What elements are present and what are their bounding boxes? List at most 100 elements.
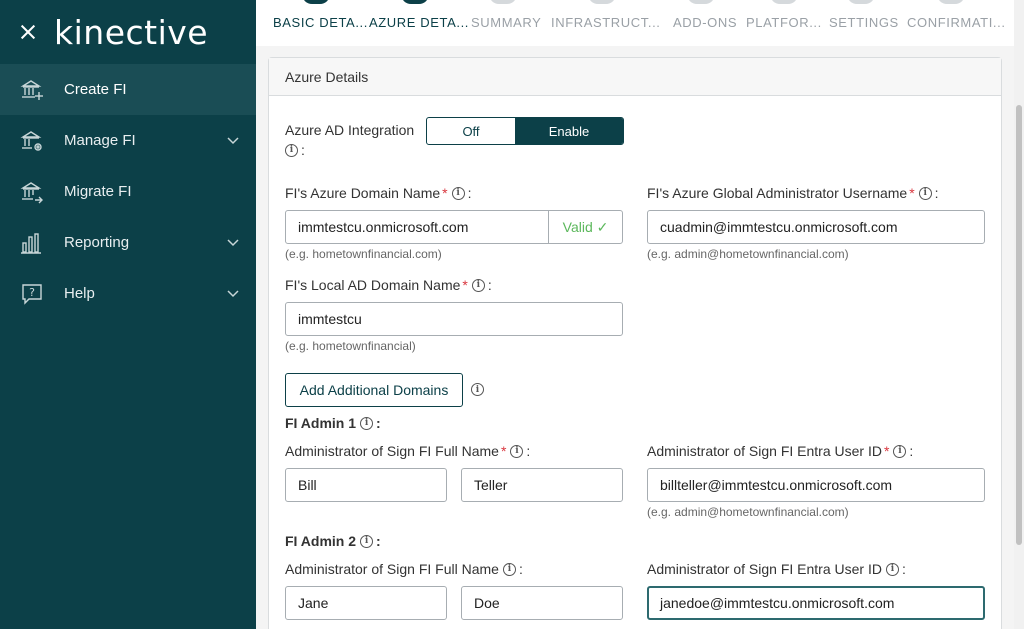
admin-2-first-name-field[interactable]: Jane	[285, 586, 447, 620]
sidebar-item-label: Migrate FI	[64, 183, 132, 200]
local-ad-value: immtestcu	[298, 311, 362, 327]
required-marker: *	[462, 277, 468, 293]
required-marker: *	[909, 185, 915, 201]
info-icon[interactable]: i	[285, 143, 298, 157]
admin-1-first-name-field[interactable]: Bill	[285, 468, 447, 502]
sidebar-item-label: Create FI	[64, 81, 127, 98]
toggle-enable-option[interactable]: Enable	[515, 118, 623, 144]
step-infrastructure[interactable]: INFRASTRUCT...	[551, 15, 661, 30]
step-indicator	[770, 0, 798, 4]
step-indicator-done	[302, 0, 330, 4]
admin-2-last-name-value: Doe	[474, 595, 500, 611]
step-platform[interactable]: PLATFOR...	[746, 15, 822, 30]
admin-2-last-name-field[interactable]: Doe	[461, 586, 623, 620]
fi-admin-2-heading-row: FI Admin 2 i :	[285, 533, 381, 549]
step-indicator	[847, 0, 875, 4]
chevron-down-icon	[226, 134, 240, 148]
azure-ad-toggle[interactable]: Off Enable	[426, 117, 624, 145]
step-indicator	[937, 0, 965, 4]
azure-domain-label-row: FI's Azure Domain Name * i :	[285, 185, 472, 201]
sidebar-item-label: Help	[64, 285, 95, 302]
local-ad-field[interactable]: immtestcu	[285, 302, 623, 336]
bank-arrow-icon	[20, 180, 44, 204]
local-ad-label: FI's Local AD Domain Name	[285, 277, 461, 293]
admin-1-first-name-value: Bill	[298, 477, 317, 493]
label-colon: :	[467, 185, 472, 201]
admin-1-id-label-row: Administrator of Sign FI Entra User ID *…	[647, 443, 913, 459]
info-icon[interactable]: i	[471, 278, 485, 292]
local-ad-label-row: FI's Local AD Domain Name * i :	[285, 277, 492, 293]
add-additional-domains-button[interactable]: Add Additional Domains	[285, 373, 463, 407]
admin-2-id-label: Administrator of Sign FI Entra User ID	[647, 561, 882, 577]
step-indicator	[489, 0, 517, 4]
admin-2-first-name-value: Jane	[298, 595, 329, 611]
step-indicator-current	[401, 0, 429, 4]
sidebar-item-create-fi[interactable]: Create FI	[0, 64, 256, 115]
admin-2-id-label-row: Administrator of Sign FI Entra User ID i…	[647, 561, 906, 577]
step-indicator	[687, 0, 715, 4]
info-icon[interactable]: i	[510, 444, 524, 458]
label-colon: :	[934, 185, 939, 201]
close-icon[interactable]	[18, 22, 38, 42]
bar-chart-icon	[20, 231, 44, 255]
step-indicator	[588, 0, 616, 4]
admin-2-name-label: Administrator of Sign FI Full Name	[285, 561, 499, 577]
admin-1-id-label: Administrator of Sign FI Entra User ID	[647, 443, 882, 459]
admin-1-last-name-field[interactable]: Teller	[461, 468, 623, 502]
label-colon: :	[376, 415, 381, 431]
fi-admin-1-heading-row: FI Admin 1 i :	[285, 415, 381, 431]
valid-badge: Valid ✓	[548, 211, 622, 243]
info-icon[interactable]: i	[502, 562, 516, 576]
required-marker: *	[442, 185, 448, 201]
sidebar-item-help[interactable]: ? Help	[0, 268, 256, 319]
bank-gear-icon	[20, 129, 44, 153]
step-azure-details[interactable]: AZURE DETA...	[369, 15, 469, 30]
admin-2-name-label-row: Administrator of Sign FI Full Name i :	[285, 561, 523, 577]
sidebar-item-manage-fi[interactable]: Manage FI	[0, 115, 256, 166]
global-admin-label: FI's Azure Global Administrator Username	[647, 185, 908, 201]
chevron-down-icon	[226, 236, 240, 250]
info-icon[interactable]: i	[360, 534, 374, 548]
bank-add-icon	[20, 78, 44, 102]
fi-admin-1-heading: FI Admin 1	[285, 415, 357, 431]
label-colon: :	[518, 561, 523, 577]
step-settings[interactable]: SETTINGS	[829, 15, 899, 30]
sidebar-header: kinective	[0, 0, 256, 64]
label-colon: :	[487, 277, 492, 293]
info-icon[interactable]: i	[885, 562, 899, 576]
azure-details-card: Azure Details Azure AD Integration i : O…	[268, 57, 1002, 629]
info-icon[interactable]: i	[451, 186, 465, 200]
scrollbar[interactable]	[1014, 0, 1024, 629]
admin-2-user-id-value: janedoe@immtestcu.onmicrosoft.com	[660, 595, 895, 611]
label-colon: :	[376, 533, 381, 549]
admin-2-user-id-field[interactable]: janedoe@immtestcu.onmicrosoft.com	[647, 586, 985, 620]
chevron-down-icon	[226, 287, 240, 301]
global-admin-label-row: FI's Azure Global Administrator Username…	[647, 185, 939, 201]
local-ad-hint: (e.g. hometownfinancial)	[285, 339, 416, 353]
admin-1-user-id-field[interactable]: billteller@immtestcu.onmicrosoft.com	[647, 468, 985, 502]
azure-domain-value: immtestcu.onmicrosoft.com	[298, 219, 469, 235]
sidebar-item-reporting[interactable]: Reporting	[0, 217, 256, 268]
label-colon: :	[909, 443, 914, 459]
sidebar: kinective Create FI Manage FI Migrate FI…	[0, 0, 256, 629]
toggle-off-option[interactable]: Off	[427, 118, 515, 144]
step-summary[interactable]: SUMMARY	[471, 15, 541, 30]
global-admin-field[interactable]: cuadmin@immtestcu.onmicrosoft.com	[647, 210, 985, 244]
admin-1-name-label-row: Administrator of Sign FI Full Name * i :	[285, 443, 530, 459]
info-icon[interactable]: i	[918, 186, 932, 200]
azure-ad-label: Azure AD Integration	[285, 122, 415, 138]
azure-domain-field[interactable]: immtestcu.onmicrosoft.com Valid ✓	[285, 210, 623, 244]
info-icon[interactable]: i	[471, 383, 484, 396]
info-icon[interactable]: i	[893, 444, 907, 458]
azure-domain-label: FI's Azure Domain Name	[285, 185, 441, 201]
svg-text:?: ?	[29, 286, 35, 299]
label-colon: :	[526, 443, 531, 459]
sidebar-item-label: Manage FI	[64, 132, 136, 149]
info-icon[interactable]: i	[360, 416, 374, 430]
scrollbar-thumb[interactable]	[1016, 105, 1022, 545]
sidebar-item-migrate-fi[interactable]: Migrate FI	[0, 166, 256, 217]
step-add-ons[interactable]: ADD-ONS	[673, 15, 737, 30]
admin-1-user-id-value: billteller@immtestcu.onmicrosoft.com	[660, 477, 893, 493]
step-basic-details[interactable]: BASIC DETA...	[273, 15, 368, 30]
step-confirmation[interactable]: CONFIRMATI...	[907, 15, 1006, 30]
